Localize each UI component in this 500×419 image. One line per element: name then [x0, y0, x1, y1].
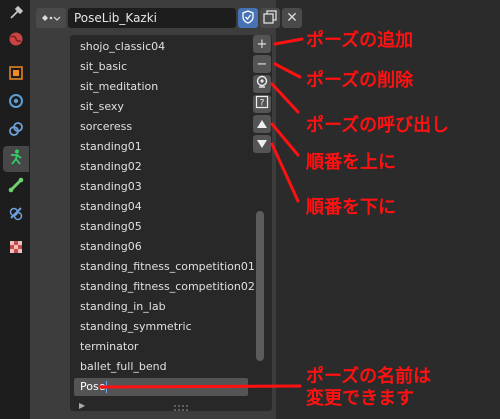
filter-options-toggle-icon[interactable]: ▶: [79, 401, 85, 410]
constraint-icon: [7, 120, 25, 142]
list-item[interactable]: sit_sexy: [80, 97, 124, 117]
tab-texture[interactable]: [3, 236, 29, 262]
tab-constraints[interactable]: [3, 118, 29, 144]
list-item[interactable]: standing_fitness_competition01: [80, 257, 255, 277]
action-icon: [40, 9, 62, 28]
pose-rename-input[interactable]: Pose: [74, 378, 248, 396]
list-item[interactable]: standing02: [80, 157, 142, 177]
annotation-add: ポーズの追加: [306, 30, 414, 51]
shield-icon: [242, 9, 254, 28]
move-pose-down-button[interactable]: [253, 135, 271, 153]
text-cursor: [106, 381, 108, 393]
svg-text:?: ?: [260, 99, 265, 109]
list-item[interactable]: standing_symmetric: [80, 317, 192, 337]
list-item[interactable]: ballet_full_bend: [80, 357, 167, 377]
annotation-apply: ポーズの呼び出し: [306, 115, 450, 136]
duplicate-icon: [263, 9, 277, 28]
list-item[interactable]: standing06: [80, 237, 142, 257]
armature-icon: [7, 148, 25, 170]
plus-icon: +: [256, 36, 268, 52]
fake-user-button[interactable]: [238, 8, 258, 28]
action-name-field[interactable]: PoseLib_Kazki: [68, 8, 236, 28]
rename-input-value: Pose: [80, 380, 106, 393]
list-item[interactable]: sit_basic: [80, 57, 127, 77]
bone-constraint-icon: [7, 204, 25, 226]
bone-icon: [7, 176, 25, 198]
properties-tab-column: [0, 0, 30, 419]
tab-world[interactable]: [3, 28, 29, 54]
world-icon: [7, 30, 25, 52]
modifier-icon: [7, 92, 25, 114]
tab-bone-constraints[interactable]: [3, 202, 29, 228]
list-item[interactable]: standing03: [80, 177, 142, 197]
action-browse-button[interactable]: [36, 8, 66, 28]
list-item[interactable]: sit_meditation: [80, 77, 158, 97]
triangle-down-icon: [257, 137, 267, 152]
annotation-rename-line2: 変更できます: [306, 388, 414, 409]
list-item[interactable]: standing_in_lab: [80, 297, 166, 317]
tab-modifiers[interactable]: [3, 90, 29, 116]
tab-object[interactable]: [3, 62, 29, 88]
apply-pose-icon: [255, 75, 269, 93]
pose-list[interactable]: shojo_classic04 sit_basic sit_meditation…: [70, 35, 272, 411]
help-icon: ?: [255, 95, 269, 113]
tab-bone[interactable]: [3, 174, 29, 200]
minus-icon: −: [256, 56, 268, 72]
action-selector-bar: PoseLib_Kazki ✕: [30, 0, 302, 36]
list-item[interactable]: standing04: [80, 197, 142, 217]
unlink-action-button[interactable]: ✕: [282, 8, 302, 28]
close-icon: ✕: [286, 10, 298, 26]
arrow-remove: [273, 62, 302, 79]
list-item[interactable]: terminator: [80, 337, 138, 357]
annotation-move-down: 順番を下に: [306, 197, 396, 218]
list-item[interactable]: standing01: [80, 137, 142, 157]
list-item[interactable]: standing05: [80, 217, 142, 237]
move-pose-up-button[interactable]: [253, 115, 271, 133]
list-item[interactable]: sorceress: [80, 117, 132, 137]
annotation-remove: ポーズの削除: [306, 70, 414, 91]
tab-tool[interactable]: [3, 2, 29, 28]
annotation-move-up: 順番を上に: [306, 152, 396, 173]
arrow-add: [273, 37, 304, 46]
apply-pose-button[interactable]: [253, 75, 271, 93]
add-pose-button[interactable]: +: [253, 35, 271, 53]
list-item[interactable]: shojo_classic04: [80, 37, 165, 57]
sanitize-action-button[interactable]: ?: [253, 95, 271, 113]
triangle-up-icon: [257, 117, 267, 132]
remove-pose-button[interactable]: −: [253, 55, 271, 73]
object-icon: [7, 64, 25, 86]
list-scrollbar[interactable]: [256, 211, 264, 361]
blender-properties-editor: PoseLib_Kazki ✕ shojo_classic04 sit_basi…: [0, 0, 500, 419]
list-resize-grip[interactable]: [173, 397, 189, 411]
tab-armature-data[interactable]: [3, 146, 29, 172]
pose-library-panel: PoseLib_Kazki ✕ shojo_classic04 sit_basi…: [30, 0, 302, 419]
texture-icon: [7, 238, 25, 260]
tool-icon: [7, 4, 25, 26]
new-action-button[interactable]: [260, 8, 280, 28]
list-item[interactable]: standing_fitness_competition02: [80, 277, 255, 297]
